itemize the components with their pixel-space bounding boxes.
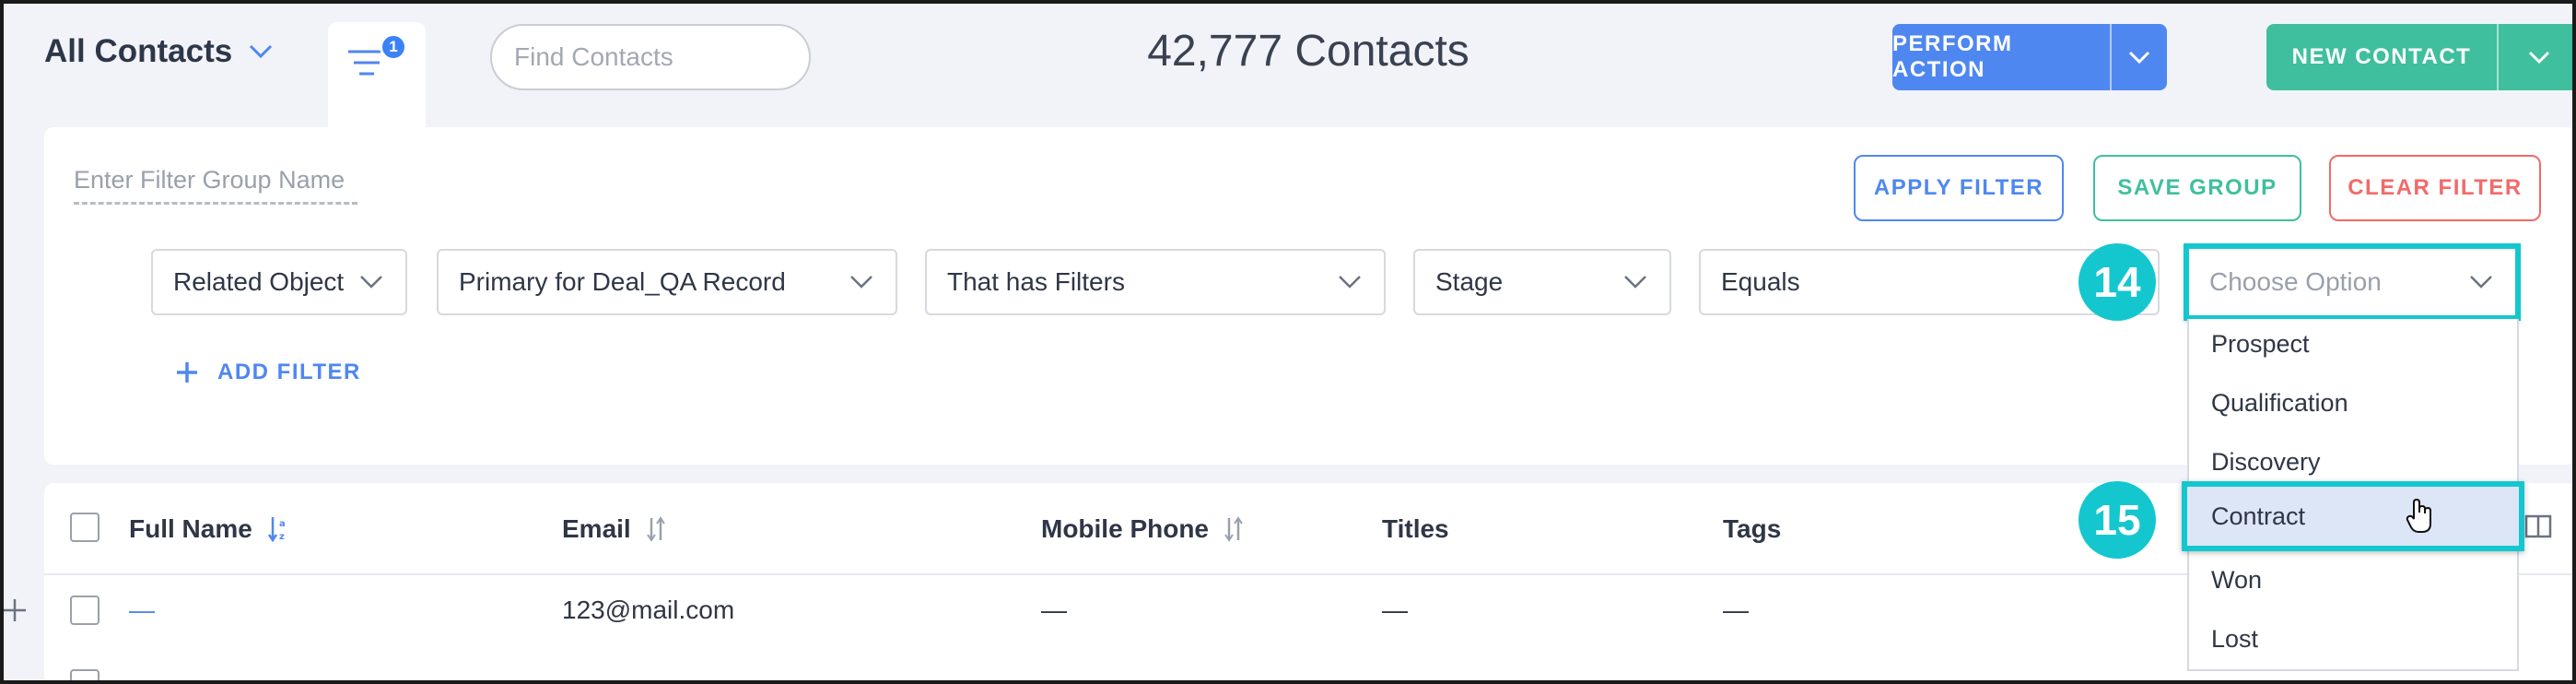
new-contact-button[interactable]: NEW CONTACT <box>2266 24 2497 90</box>
select-placeholder: Choose Option <box>2209 267 2382 296</box>
select-value: Stage <box>1435 267 1504 296</box>
svg-text:a: a <box>279 519 286 529</box>
row-checkbox[interactable] <box>70 669 100 684</box>
perform-action-dropdown-toggle[interactable] <box>2109 24 2167 90</box>
sort-az-icon[interactable]: az <box>267 515 291 543</box>
option-won[interactable]: Won <box>2211 566 2262 595</box>
apply-filter-button[interactable]: APPLY FILTER <box>1854 155 2064 221</box>
cell-tags: — <box>1723 596 1749 624</box>
new-contact-split-button: NEW CONTACT <box>2266 24 2576 90</box>
column-label: Tags <box>1723 514 1782 543</box>
chevron-down-icon <box>1624 276 1646 289</box>
chevron-down-icon <box>1339 276 1361 289</box>
contacts-count: 42,777 Contacts <box>1147 27 1469 76</box>
option-lost[interactable]: Lost <box>2211 625 2258 654</box>
column-header-tags[interactable]: Tags <box>1723 514 1781 544</box>
column-header-email[interactable]: Email <box>562 514 666 544</box>
chevron-down-icon <box>2128 51 2149 64</box>
perform-action-split-button: PERFORM ACTION <box>1892 24 2167 90</box>
column-label: Full Name <box>129 514 252 543</box>
step-callout-15: 15 <box>2078 481 2156 559</box>
select-all-checkbox[interactable] <box>70 513 100 542</box>
select-value: Equals <box>1721 267 1800 296</box>
add-filter-label: ADD FILTER <box>217 360 361 384</box>
select-value: Related Object <box>173 267 345 296</box>
plus-icon <box>177 362 197 383</box>
save-group-button[interactable]: SAVE GROUP <box>2093 155 2301 221</box>
column-header-titles[interactable]: Titles <box>1382 514 1449 544</box>
search-input[interactable] <box>514 42 847 72</box>
chevron-down-icon <box>2470 276 2492 289</box>
perform-action-button[interactable]: PERFORM ACTION <box>1892 24 2110 90</box>
view-selector[interactable]: All Contacts <box>44 33 273 70</box>
stage-options-dropdown: Prospect Qualification Discovery Contrac… <box>2182 319 2524 671</box>
column-header-mobile-phone[interactable]: Mobile Phone <box>1041 514 1244 544</box>
related-object-select[interactable]: Primary for Deal_QA Record <box>437 249 897 315</box>
filter-group-name-input[interactable]: Enter Filter Group Name <box>74 166 357 205</box>
relation-type-select[interactable]: That has Filters <box>925 249 1386 315</box>
columns-layout-icon[interactable] <box>2524 514 2552 538</box>
row-checkbox[interactable] <box>70 596 100 625</box>
new-contact-dropdown-toggle[interactable] <box>2497 24 2576 90</box>
svg-text:z: z <box>279 532 285 542</box>
filter-field-select[interactable]: Related Object <box>151 249 407 315</box>
option-contract[interactable]: Contract <box>2182 481 2524 551</box>
add-filter-button[interactable]: ADD FILTER <box>175 360 361 385</box>
sort-icon[interactable] <box>646 516 666 542</box>
chevron-down-icon <box>360 276 382 289</box>
option-discovery[interactable]: Discovery <box>2211 448 2321 477</box>
filter-toggle-tab[interactable]: 1 <box>328 22 426 127</box>
step-callout-14: 14 <box>2078 243 2156 321</box>
stage-field-select[interactable]: Stage <box>1413 249 1671 315</box>
hand-pointer-cursor-icon <box>2406 498 2431 533</box>
sort-icon[interactable] <box>1224 516 1244 542</box>
clear-filter-button[interactable]: CLEAR FILTER <box>2329 155 2541 221</box>
column-label: Titles <box>1382 514 1449 543</box>
value-select[interactable]: Choose Option <box>2184 243 2521 321</box>
cell-email: 123@mail.com <box>562 596 735 624</box>
column-header-full-name[interactable]: Full Name az <box>129 514 291 544</box>
cell-titles: — <box>1382 596 1408 624</box>
chevron-down-icon <box>850 276 872 289</box>
select-value: Primary for Deal_QA Record <box>459 267 786 296</box>
search-box[interactable] <box>490 24 847 90</box>
option-prospect[interactable]: Prospect <box>2211 330 2310 359</box>
cell-full-name[interactable]: — <box>129 596 155 625</box>
column-label: Mobile Phone <box>1041 514 1209 543</box>
chevron-down-icon <box>250 44 273 59</box>
option-qualification[interactable]: Qualification <box>2211 389 2348 418</box>
view-title: All Contacts <box>44 33 233 69</box>
select-value: That has Filters <box>947 267 1125 296</box>
option-label: Contract <box>2211 501 2306 530</box>
chevron-down-icon <box>2528 51 2550 64</box>
column-label: Email <box>562 514 631 543</box>
cell-mobile-phone: — <box>1041 596 1067 624</box>
filter-count-badge: 1 <box>380 33 407 61</box>
plus-icon[interactable] <box>2 597 28 623</box>
